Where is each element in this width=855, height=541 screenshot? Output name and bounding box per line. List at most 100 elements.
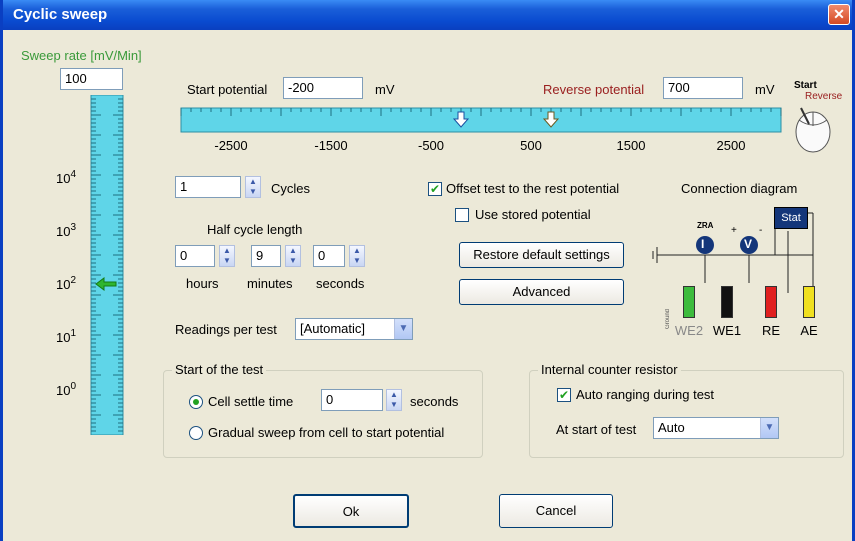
hours-input[interactable]: 0: [175, 245, 215, 267]
sweep-rate-input[interactable]: 100: [60, 68, 123, 90]
close-icon[interactable]: ✕: [833, 6, 845, 22]
sweep-scale-label: 102: [56, 275, 76, 292]
current-icon: I: [701, 237, 705, 251]
zra-label: ZRA: [697, 221, 714, 230]
cycles-input[interactable]: 1: [175, 176, 241, 198]
minutes-spinner[interactable]: ▲ ▼: [285, 245, 301, 267]
chevron-down-icon[interactable]: ▼: [394, 319, 412, 339]
seconds-input[interactable]: 0: [313, 245, 345, 267]
spin-down-icon[interactable]: ▼: [223, 256, 231, 265]
electrode-label: WE1: [712, 323, 742, 338]
start-of-test-title: Start of the test: [172, 362, 267, 377]
counter-resistor-group: Internal counter resistor: [529, 362, 844, 458]
electrode-label: AE: [800, 323, 818, 338]
connection-diagram: Stat ZRA I V + - Ground WE2 WE1 RE AE: [643, 203, 833, 343]
cyclic-sweep-dialog: Cyclic sweep ✕ Sweep rate [mV/Min] 100 1…: [0, 0, 855, 541]
stat-box: Stat: [774, 207, 808, 229]
spin-down-icon[interactable]: ▼: [353, 256, 361, 265]
ruler-tick-label: -1500: [314, 138, 347, 153]
window-title: Cyclic sweep: [13, 6, 108, 23]
auto-ranging-label: Auto ranging during test: [576, 387, 715, 402]
electrode-ae: [803, 286, 815, 318]
minus-label: -: [759, 225, 763, 236]
seconds-label: seconds: [316, 276, 365, 291]
offset-checkbox[interactable]: ✔: [428, 182, 442, 196]
potential-ruler[interactable]: -2500 -1500 -500 500 1500 2500: [179, 106, 784, 156]
half-cycle-label: Half cycle length: [207, 222, 303, 237]
offset-label: Offset test to the rest potential: [446, 181, 620, 196]
minutes-label: minutes: [247, 276, 293, 291]
spin-down-icon[interactable]: ▼: [249, 187, 257, 196]
restore-defaults-button[interactable]: Restore default settings: [459, 242, 624, 268]
title-bar: Cyclic sweep ✕: [3, 0, 852, 30]
hours-spinner[interactable]: ▲ ▼: [219, 245, 235, 267]
check-icon: ✔: [429, 182, 441, 196]
start-potential-label: Start potential: [187, 82, 268, 97]
voltage-icon: V: [744, 237, 753, 251]
readings-label: Readings per test: [175, 322, 277, 337]
cell-settle-label: Cell settle time: [208, 394, 294, 409]
chevron-down-icon[interactable]: ▼: [760, 418, 778, 438]
cancel-button[interactable]: Cancel: [499, 494, 613, 528]
readings-select[interactable]: [Automatic] ▼: [295, 318, 413, 340]
at-start-value: Auto: [658, 420, 685, 435]
start-potential-unit: mV: [375, 82, 395, 97]
gradual-sweep-label: Gradual sweep from cell to start potenti…: [208, 425, 445, 440]
spin-up-icon[interactable]: ▲: [353, 246, 361, 255]
electrode-we2: [683, 286, 695, 318]
sweep-scale-label: 100: [56, 381, 76, 398]
sweep-scale-label: 104: [56, 169, 76, 186]
spin-down-icon[interactable]: ▼: [390, 400, 398, 409]
electrode-re: [765, 286, 777, 318]
ruler-tick-label: 500: [520, 138, 542, 153]
at-start-select[interactable]: Auto ▼: [653, 417, 779, 439]
hours-label: hours: [186, 276, 219, 291]
cell-settle-unit: seconds: [410, 394, 459, 409]
spin-down-icon[interactable]: ▼: [289, 256, 297, 265]
cell-settle-radio[interactable]: [189, 395, 203, 409]
minutes-input[interactable]: 9: [251, 245, 281, 267]
cycles-spinner[interactable]: ▲ ▼: [245, 176, 261, 198]
connection-diagram-title: Connection diagram: [681, 181, 798, 196]
advanced-button[interactable]: Advanced: [459, 279, 624, 305]
sweep-scale-label: 103: [56, 222, 76, 239]
spin-up-icon[interactable]: ▲: [223, 246, 231, 255]
start-potential-input[interactable]: -200: [283, 77, 363, 99]
ruler-tick-label: 2500: [717, 138, 746, 153]
cycles-label: Cycles: [271, 181, 311, 196]
readings-value: [Automatic]: [300, 321, 366, 336]
mouse-start-label: Start: [794, 80, 817, 91]
electrode-we1: [721, 286, 733, 318]
cell-settle-input[interactable]: 0: [321, 389, 383, 411]
reverse-potential-input[interactable]: 700: [663, 77, 743, 99]
sweep-rate-slider[interactable]: 104 103 102 101 100 10-1: [48, 95, 138, 435]
plus-label: +: [731, 225, 737, 236]
spin-up-icon[interactable]: ▲: [289, 246, 297, 255]
ruler-tick-label: 1500: [617, 138, 646, 153]
cell-settle-spinner[interactable]: ▲ ▼: [386, 389, 402, 411]
start-of-test-group: Start of the test: [163, 362, 483, 458]
counter-resistor-title: Internal counter resistor: [538, 362, 681, 377]
spin-up-icon[interactable]: ▲: [390, 390, 398, 399]
sweep-rate-label: Sweep rate [mV/Min]: [21, 48, 142, 63]
electrode-label: WE2: [674, 323, 704, 338]
check-icon: ✔: [558, 388, 570, 402]
reverse-potential-label: Reverse potential: [543, 82, 645, 97]
seconds-spinner[interactable]: ▲ ▼: [349, 245, 365, 267]
close-button[interactable]: ✕: [828, 4, 850, 25]
electrode-label: RE: [761, 323, 781, 338]
gradual-sweep-radio[interactable]: [189, 426, 203, 440]
sweep-scale-label: 10-1: [56, 434, 80, 435]
at-start-label: At start of test: [556, 422, 637, 437]
mouse-icon: [795, 107, 831, 153]
spin-up-icon[interactable]: ▲: [249, 177, 257, 186]
reverse-potential-unit: mV: [755, 82, 775, 97]
auto-ranging-checkbox[interactable]: ✔: [557, 388, 571, 402]
radio-selected-icon: [193, 399, 199, 405]
stored-potential-label: Use stored potential: [475, 207, 591, 222]
sweep-scale-label: 101: [56, 328, 76, 345]
stored-potential-checkbox[interactable]: [455, 208, 469, 222]
mouse-hint: Start Reverse: [789, 80, 849, 156]
ruler-tick-label: -2500: [214, 138, 247, 153]
ok-button[interactable]: Ok: [293, 494, 409, 528]
